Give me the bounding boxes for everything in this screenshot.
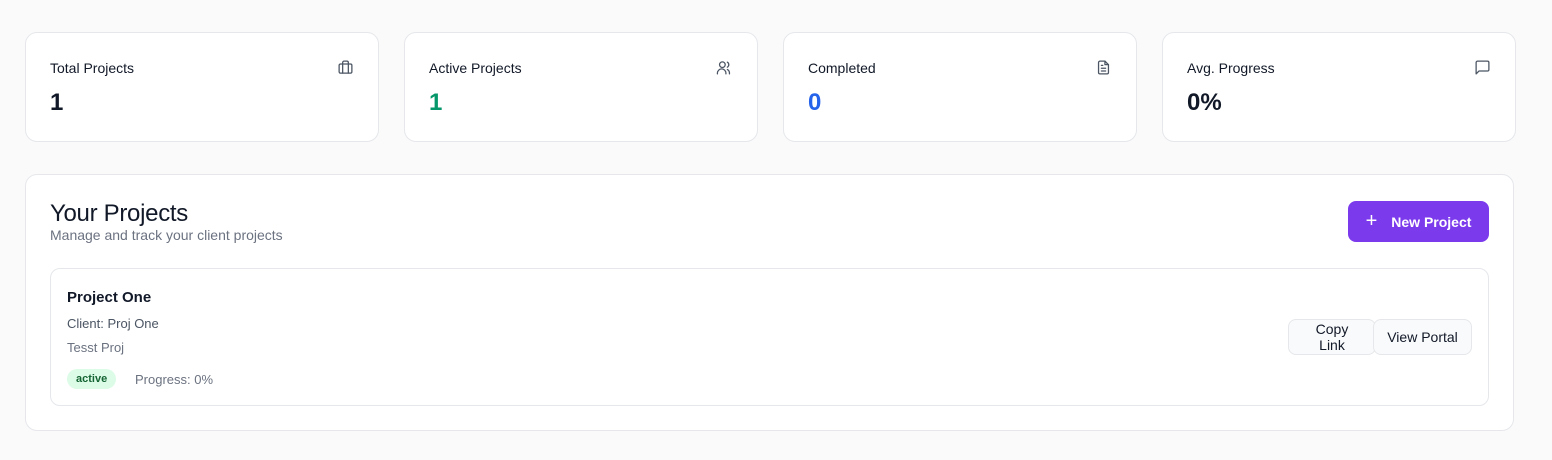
message-square-icon bbox=[1474, 59, 1491, 76]
stat-card-total-projects: Total Projects 1 bbox=[25, 32, 379, 142]
stat-card-completed: Completed 0 bbox=[783, 32, 1137, 142]
projects-title: Your Projects bbox=[50, 200, 188, 227]
progress-text: Progress: 0% bbox=[135, 372, 214, 387]
project-client: Client: Proj One bbox=[67, 316, 159, 331]
stat-value: 1 bbox=[50, 89, 64, 116]
stat-label: Avg. Progress bbox=[1187, 60, 1275, 76]
copy-link-button[interactable]: Copy Link bbox=[1288, 319, 1376, 355]
stat-card-active-projects: Active Projects 1 bbox=[404, 32, 758, 142]
users-icon bbox=[716, 59, 733, 76]
project-card[interactable]: Project One Client: Proj One Tesst Proj … bbox=[50, 268, 1489, 406]
new-project-label: New Project bbox=[1391, 213, 1472, 230]
file-text-icon bbox=[1095, 59, 1112, 76]
stat-value: 1 bbox=[429, 89, 443, 116]
new-project-button[interactable]: + New Project bbox=[1348, 201, 1489, 242]
stats-row: Total Projects 1 Active Projects 1 Compl… bbox=[25, 32, 1516, 142]
stat-label: Active Projects bbox=[429, 60, 522, 76]
project-description: Tesst Proj bbox=[67, 340, 125, 355]
stat-card-avg-progress: Avg. Progress 0% bbox=[1162, 32, 1516, 142]
stat-value: 0 bbox=[808, 89, 822, 116]
projects-subtitle: Manage and track your client projects bbox=[50, 227, 283, 243]
view-portal-button[interactable]: View Portal bbox=[1373, 319, 1472, 355]
plus-icon: + bbox=[1365, 209, 1378, 232]
status-badge: active bbox=[67, 369, 117, 389]
stat-label: Total Projects bbox=[50, 60, 135, 76]
project-name: Project One bbox=[67, 289, 152, 306]
stat-value: 0% bbox=[1187, 89, 1222, 116]
stat-label: Completed bbox=[808, 60, 876, 76]
briefcase-icon bbox=[337, 59, 354, 76]
projects-panel: Your Projects Manage and track your clie… bbox=[25, 174, 1514, 431]
